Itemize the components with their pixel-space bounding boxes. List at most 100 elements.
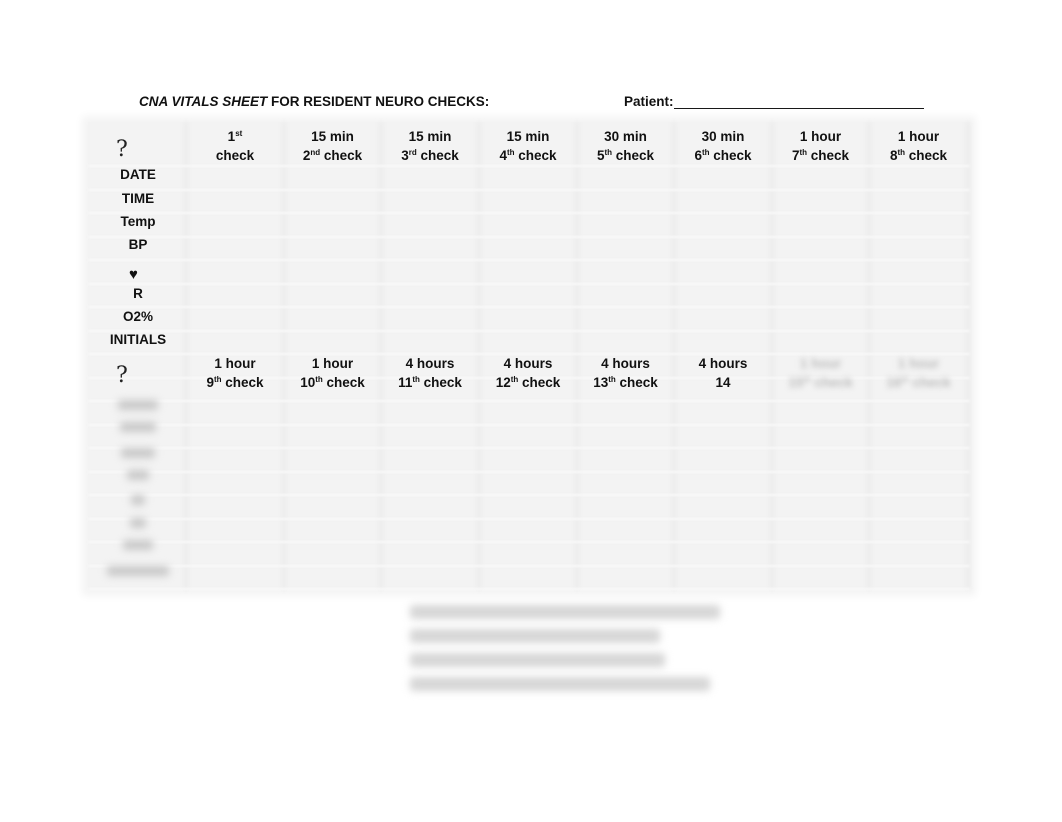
ordinal-suffix: st: [235, 129, 243, 138]
heart-icon: ♥: [129, 266, 138, 283]
grid-row-line: [88, 259, 970, 261]
interval-label: 30 min: [701, 129, 745, 144]
check-label: 12th check: [495, 375, 561, 390]
check-label: 14: [715, 375, 731, 390]
row-label-r: R: [133, 286, 143, 301]
check-label: 11th check: [398, 375, 462, 390]
interval-label: 1 hour: [799, 356, 842, 371]
column-header: 1 hour 8th check: [870, 127, 968, 165]
interval-label: 1 hour: [214, 356, 256, 371]
ordinal-suffix: th: [506, 148, 515, 157]
interval-label: 4 hours: [698, 356, 748, 371]
grid-row-line: [88, 494, 970, 496]
check-label: 13th check: [593, 375, 658, 390]
ordinal-suffix: th: [799, 148, 808, 157]
row-label-time: TIME: [121, 191, 155, 206]
check-label: 5th check: [596, 148, 655, 163]
interval-label: 1 hour: [799, 129, 842, 144]
interval-label: 1 hour: [897, 356, 940, 371]
interval-label: 4 hours: [405, 356, 455, 371]
blurred-row-label: [118, 400, 158, 410]
grid-row-line: [88, 517, 970, 520]
column-header: 4 hours 11th check: [381, 354, 479, 392]
column-header: 15 min 3rd check: [381, 127, 479, 165]
check-label: 10th check: [300, 375, 365, 390]
check-label: 15th check: [788, 375, 853, 390]
ordinal-suffix: th: [608, 375, 616, 384]
interval-label: 1 hour: [897, 129, 940, 144]
blurred-row-label: [120, 422, 156, 432]
column-header: 1 hour 7th check: [772, 127, 870, 165]
grid-row-line: [88, 282, 970, 285]
blurred-row-label: [131, 495, 145, 505]
ordinal-suffix: th: [604, 148, 613, 157]
interval-label: 1 hour: [311, 356, 354, 371]
grid-row-line: [88, 423, 970, 426]
ordinal-suffix: nd: [310, 148, 321, 157]
column-header: 1 hour 15th check: [772, 354, 870, 392]
title-italic: CNA VITALS SHEET: [139, 94, 268, 109]
interval-label: 15 min: [408, 129, 452, 144]
grid-row-line: [88, 329, 970, 332]
check-label: 3rd check: [401, 148, 459, 163]
check-label: 4th check: [499, 148, 557, 163]
column-header: 1 hour 16th check: [870, 354, 968, 392]
interval-label: 15 min: [311, 129, 354, 144]
column-header: 15 min 2nd check: [284, 127, 382, 165]
row-label-initials: INITIALS: [109, 332, 167, 347]
blurred-row-label: [123, 540, 153, 550]
check-label: check: [215, 148, 255, 163]
note-line: [410, 605, 720, 619]
note-line: [410, 677, 710, 691]
grid-row-line: [88, 235, 970, 238]
interval-label: 4 hours: [503, 356, 553, 371]
patient-field[interactable]: Patient:: [624, 94, 924, 109]
ordinal-suffix: th: [701, 148, 710, 157]
note-line: [410, 653, 665, 667]
check-label: 6th check: [694, 148, 752, 163]
blurred-notes: [410, 605, 730, 701]
grid-row-line: [88, 541, 970, 543]
blurred-row-label: [127, 470, 149, 480]
grid-row-line: [88, 447, 970, 449]
column-header: 15 min 4th check: [479, 127, 577, 165]
grid-row-line: [88, 470, 970, 473]
grid-row-line: [88, 564, 970, 567]
row-label-date: DATE: [120, 167, 156, 182]
interval-label: 30 min: [604, 129, 647, 144]
question-mark-icon: ?: [116, 363, 128, 388]
column-header: 4 hours 12th check: [479, 354, 577, 392]
ordinal-suffix: th: [803, 375, 811, 384]
check-label: 9th check: [206, 375, 264, 390]
check-label: 2nd check: [302, 148, 363, 163]
row-label-temp: Temp: [120, 214, 156, 229]
ordinal-suffix: rd: [408, 148, 417, 157]
blurred-row-label: [107, 566, 169, 576]
interval-label: 4 hours: [601, 356, 650, 371]
ordinal-suffix: th: [897, 148, 906, 157]
grid-row-line: [88, 212, 970, 214]
patient-label: Patient:: [624, 94, 674, 109]
check-label: 8th check: [889, 148, 948, 163]
grid-row-line: [88, 188, 970, 191]
grid-row-line: [88, 165, 970, 167]
patient-blank-line[interactable]: [673, 95, 924, 109]
column-header: 4 hours 13th check: [577, 354, 675, 392]
blurred-row-label: [130, 518, 146, 528]
check-label: 16th check: [886, 375, 951, 390]
grid-row-line: [88, 306, 970, 308]
column-header: 30 min 6th check: [674, 127, 772, 165]
blurred-row-label: [121, 448, 155, 458]
ordinal-suffix: th: [510, 375, 519, 384]
ordinal-suffix: th: [213, 375, 222, 384]
ordinal-suffix: th: [412, 375, 420, 384]
row-label-o2: O2%: [122, 309, 153, 324]
ordinal-suffix: th: [901, 375, 909, 384]
column-header: 1 hour 10th check: [284, 354, 382, 392]
note-line: [410, 629, 660, 643]
interval-label: 15 min: [506, 129, 550, 144]
grid-row-line: [88, 400, 970, 402]
column-header: 30 min 5th check: [577, 127, 675, 165]
column-header: 4 hours 14: [674, 354, 772, 392]
grid-row-line: [88, 588, 970, 590]
